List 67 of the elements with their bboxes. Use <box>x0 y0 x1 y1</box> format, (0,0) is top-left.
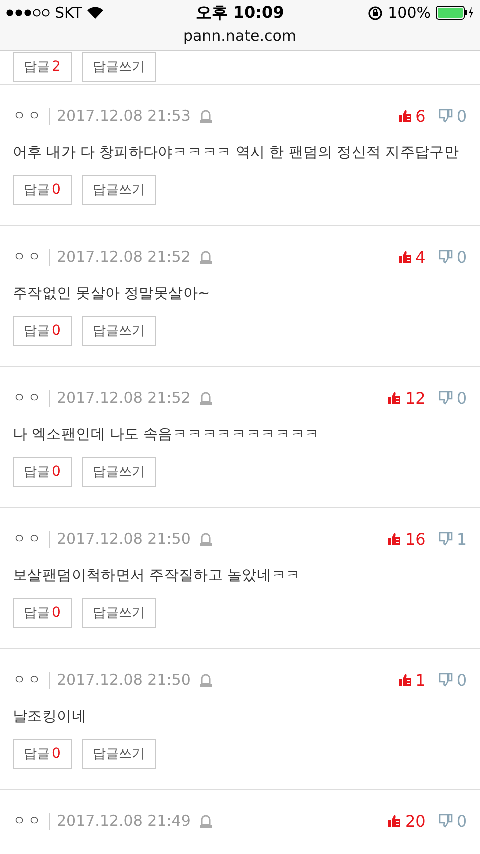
like-count: 20 <box>405 812 426 830</box>
url-text[interactable]: pann.nate.com <box>0 26 480 50</box>
thumbs-up-icon[interactable] <box>387 391 402 405</box>
like-count: 6 <box>416 106 426 126</box>
author-name: ㅇㅇ <box>13 390 43 407</box>
battery-percent: 100% <box>388 4 431 22</box>
comment-date: 2017.12.08 21:53 <box>57 107 191 125</box>
thumbs-down-icon[interactable] <box>438 391 453 405</box>
write-reply-button[interactable]: 답글쓰기 <box>82 52 156 82</box>
reply-button[interactable]: 답글 0 <box>13 175 72 205</box>
dislike-count: 0 <box>456 812 467 830</box>
clock-time: 오후 10:09 <box>196 2 284 24</box>
comment-date: 2017.12.08 21:52 <box>57 248 191 266</box>
siren-icon[interactable] <box>198 108 213 124</box>
reply-button[interactable]: 답글 2 <box>13 52 72 82</box>
siren-icon[interactable] <box>198 814 213 828</box>
siren-icon[interactable] <box>198 250 213 264</box>
comment-text: 날조킹이네 <box>13 708 88 727</box>
comment-date: 2017.12.08 21:50 <box>57 530 191 548</box>
thumbs-up-icon[interactable] <box>387 814 402 828</box>
like-count: 1 <box>416 670 426 690</box>
rotation-lock-icon <box>368 6 384 20</box>
write-reply-button[interactable]: 답글쓰기 <box>82 316 156 346</box>
like-count: 4 <box>416 248 426 266</box>
comment-date: 2017.12.08 21:50 <box>57 671 191 689</box>
comment-date: 2017.12.08 21:49 <box>57 812 191 830</box>
siren-icon[interactable] <box>198 672 213 688</box>
reply-button[interactable]: 답글 0 <box>13 598 72 628</box>
comment-text: 어후 내가 다 창피하다야ㅋㅋㅋㅋ 역시 한 팬덤의 정신적 지주답구만 <box>13 144 460 163</box>
thumbs-up-icon[interactable] <box>387 532 402 546</box>
thumbs-down-icon[interactable] <box>438 673 453 687</box>
comment-text: 나 엑소팬인데 나도 속음ㅋㅋㅋㅋㅋㅋㅋㅋㅋㅋ <box>13 426 321 445</box>
reply-button[interactable]: 답글 0 <box>13 457 72 487</box>
like-count: 12 <box>405 388 426 408</box>
reply-button[interactable]: 답글 0 <box>13 316 72 346</box>
dislike-count: 0 <box>456 106 467 126</box>
thumbs-down-icon[interactable] <box>438 532 453 546</box>
wifi-icon <box>87 7 104 19</box>
write-reply-button[interactable]: 답글쓰기 <box>82 598 156 628</box>
author-name: ㅇㅇ <box>13 813 43 830</box>
comment-text: 주작없인 못살아 정말못살아~ <box>13 285 211 304</box>
thumbs-up-icon[interactable] <box>398 109 412 123</box>
author-name: ㅇㅇ <box>13 672 43 689</box>
thumbs-up-icon[interactable] <box>398 250 412 264</box>
charging-battery-icon <box>436 6 474 20</box>
thumbs-up-icon[interactable] <box>398 673 412 687</box>
reply-button[interactable]: 답글 0 <box>13 739 72 769</box>
write-reply-button[interactable]: 답글쓰기 <box>82 175 156 205</box>
thumbs-down-icon[interactable] <box>438 814 453 828</box>
like-count: 16 <box>405 530 426 548</box>
dislike-count: 0 <box>456 388 467 408</box>
write-reply-button[interactable]: 답글쓰기 <box>82 739 156 769</box>
carrier-name: SKT <box>55 4 82 22</box>
thumbs-down-icon[interactable] <box>438 109 453 123</box>
comment-text: 보살팬덤이척하면서 주작질하고 놀았네ㅋㅋ <box>13 567 302 586</box>
author-name: ㅇㅇ <box>13 108 43 125</box>
dislike-count: 0 <box>456 670 467 690</box>
comment-date: 2017.12.08 21:52 <box>57 389 191 407</box>
dislike-count: 1 <box>456 530 467 548</box>
author-name: ㅇㅇ <box>13 531 43 548</box>
author-name: ㅇㅇ <box>13 249 43 266</box>
siren-icon[interactable] <box>198 390 213 406</box>
siren-icon[interactable] <box>198 532 213 546</box>
thumbs-down-icon[interactable] <box>438 250 453 264</box>
dislike-count: 0 <box>456 248 467 266</box>
signal-icon <box>6 9 50 17</box>
write-reply-button[interactable]: 답글쓰기 <box>82 457 156 487</box>
